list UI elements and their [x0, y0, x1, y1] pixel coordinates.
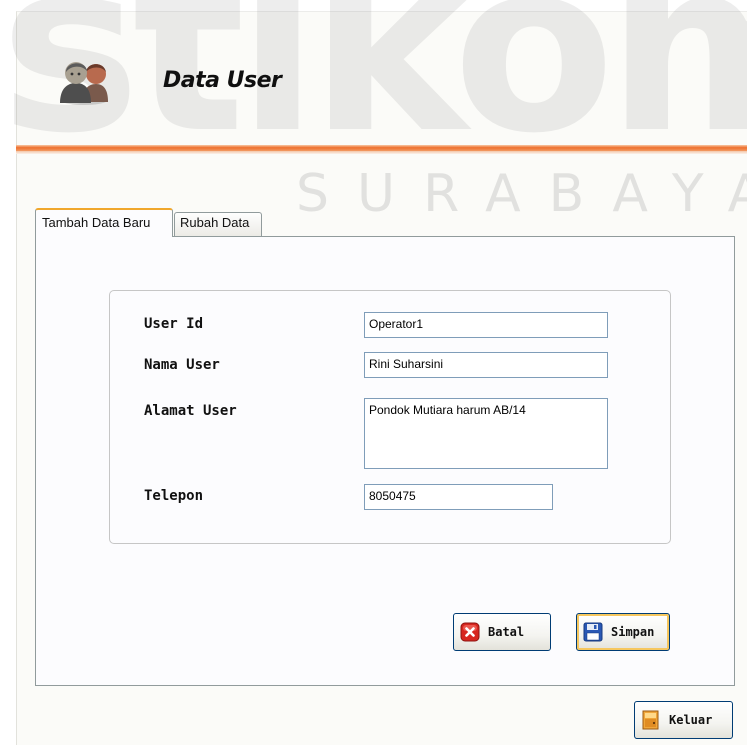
alamat-user-label: Alamat User [144, 403, 237, 419]
header-divider-shadow [16, 151, 747, 154]
nama-user-label: Nama User [144, 357, 220, 373]
cancel-icon [460, 622, 480, 642]
alamat-user-field[interactable]: Pondok Mutiara harum AB/14 [364, 398, 608, 469]
user-id-field[interactable]: Operator1 [364, 312, 608, 338]
user-id-label: User Id [144, 316, 204, 332]
nama-user-field[interactable]: Rini Suharsini [364, 352, 608, 378]
batal-button[interactable]: Batal [453, 613, 551, 651]
save-icon [583, 622, 603, 642]
page-title: Data User [163, 68, 282, 93]
simpan-button-label: Simpan [611, 625, 655, 639]
telepon-label: Telepon [144, 488, 204, 504]
tab-tambah-data-baru[interactable]: Tambah Data Baru [35, 208, 173, 237]
users-icon [60, 62, 108, 105]
tab-rubah-data[interactable]: Rubah Data [174, 212, 262, 236]
simpan-button[interactable]: Simpan [576, 613, 670, 651]
batal-button-label: Batal [488, 625, 525, 639]
telepon-field[interactable]: 8050475 [364, 484, 553, 510]
keluar-button[interactable]: Keluar [634, 701, 733, 739]
exit-door-icon [642, 710, 659, 730]
keluar-button-label: Keluar [669, 713, 713, 727]
